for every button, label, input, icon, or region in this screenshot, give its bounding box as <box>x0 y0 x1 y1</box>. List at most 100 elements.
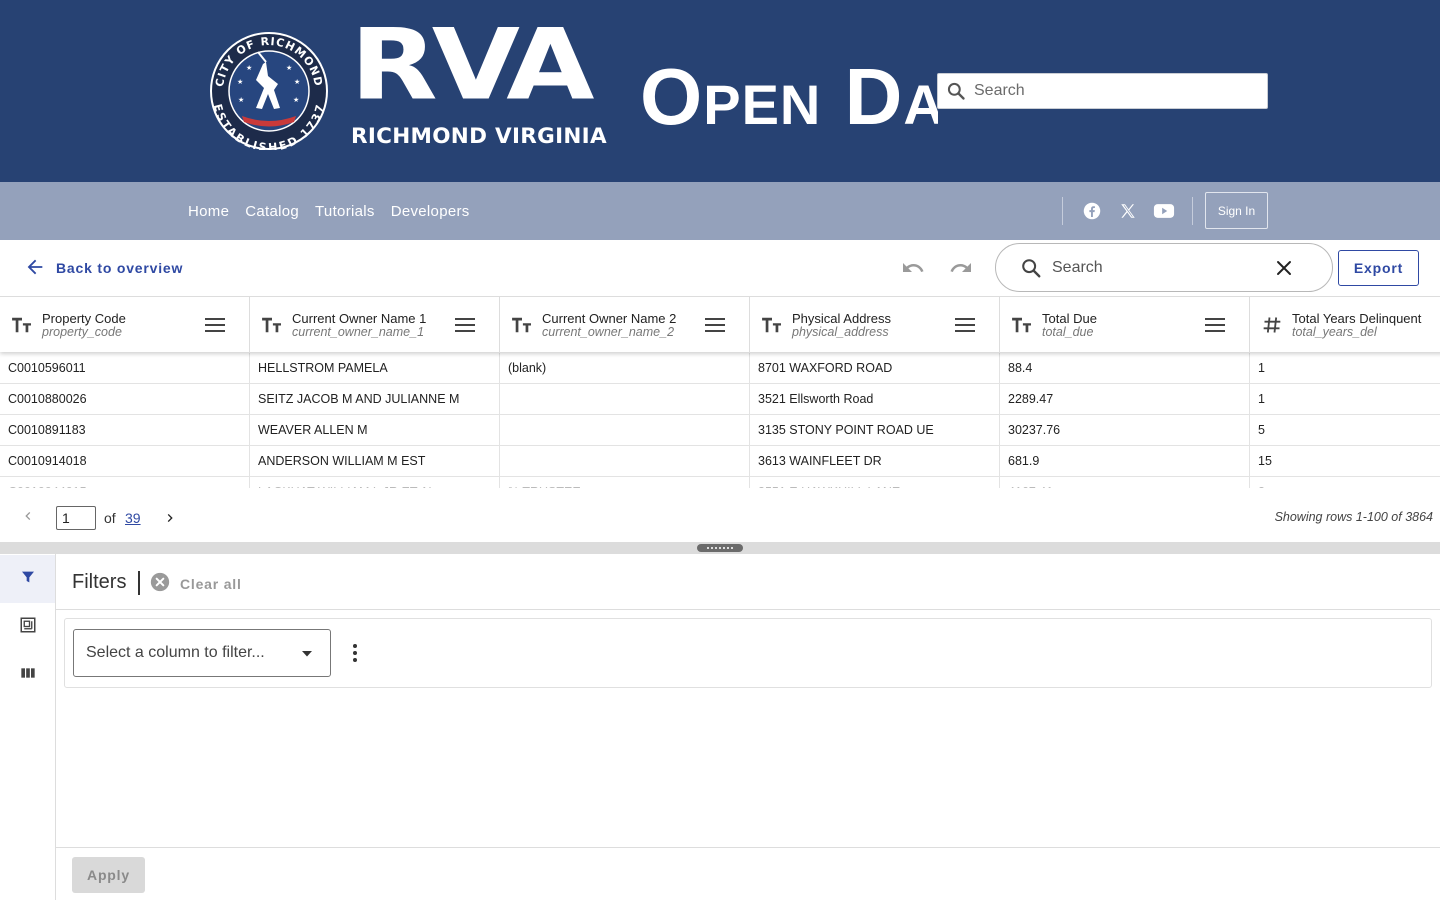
row-count-status: Showing rows 1-100 of 3864 <box>1274 510 1433 524</box>
chevron-right-icon[interactable] <box>160 508 180 528</box>
table-cell[interactable]: C0010891183 <box>0 415 250 445</box>
column-name: Total Due <box>1042 311 1097 326</box>
group-tab[interactable] <box>0 603 55 651</box>
filter-tab[interactable] <box>0 555 55 603</box>
table-cell[interactable]: 15 <box>1250 446 1440 476</box>
table-row[interactable]: C0010880026 SEITZ JACOB M AND JULIANNE M 3… <box>0 384 1440 415</box>
table-cell[interactable]: C0010596011 <box>0 353 250 383</box>
total-pages-link[interactable]: 39 <box>125 510 141 526</box>
youtube-icon[interactable] <box>1152 199 1176 223</box>
table-row[interactable]: C0010596011 HELLSTROM PAMELA (blank) 8701 W… <box>0 353 1440 384</box>
nav-divider <box>1062 197 1063 225</box>
table-cell[interactable] <box>500 446 750 476</box>
grid-search-input[interactable] <box>1052 258 1262 277</box>
sign-in-button[interactable]: Sign In <box>1205 192 1268 229</box>
columns-icon <box>20 665 36 686</box>
column-header[interactable]: Total Due total_due <box>1000 297 1250 353</box>
text-type-icon <box>510 313 534 337</box>
column-menu-icon[interactable] <box>954 315 976 335</box>
arrow-left-icon <box>24 256 46 281</box>
column-menu-icon[interactable] <box>204 315 226 335</box>
filter-panel-header: Filters Clear all <box>56 554 1440 610</box>
table-cell[interactable]: % TRUSTEE <box>500 477 750 488</box>
column-menu-icon[interactable] <box>704 315 726 335</box>
city-seal-logo[interactable]: CITY OF RICHMOND ESTABLISHED 1737 ★ ★ ★ ★ … <box>208 32 330 150</box>
column-header[interactable]: Physical Address physical_address <box>750 297 1000 353</box>
group-icon <box>19 616 37 639</box>
site-title-container: Open Data <box>640 52 938 142</box>
data-grid: Property Code property_code Current Owner … <box>0 296 1440 488</box>
table-cell[interactable]: 3551 E HAWKHILL LANE <box>750 477 1000 488</box>
nav-link-tutorials[interactable]: Tutorials <box>315 203 375 220</box>
facebook-icon[interactable] <box>1080 199 1104 223</box>
table-cell[interactable]: 2289.47 <box>1000 384 1250 414</box>
table-cell[interactable]: 3613 WAINFLEET DR <box>750 446 1000 476</box>
column-header[interactable]: Property Code property_code <box>0 297 250 353</box>
rva-logo[interactable]: RVA RICHMOND VIRGINIA <box>350 16 618 152</box>
column-field-name: total_due <box>1042 325 1094 339</box>
grid-search-box[interactable] <box>995 243 1333 292</box>
chevron-left-icon[interactable] <box>18 506 38 526</box>
table-cell[interactable]: SEITZ JACOB M AND JULIANNE M <box>250 384 500 414</box>
nav-link-home[interactable]: Home <box>188 203 229 220</box>
table-cell[interactable]: 3521 Ellsworth Road <box>750 384 1000 414</box>
column-header[interactable]: Current Owner Name 2 current_owner_name_2 <box>500 297 750 353</box>
redo-icon[interactable] <box>948 255 974 281</box>
table-cell[interactable]: C0010944015 <box>0 477 250 488</box>
table-row[interactable]: C0010891183 WEAVER ALLEN M 3135 STONY POIN… <box>0 415 1440 446</box>
export-button[interactable]: Export <box>1338 250 1419 286</box>
table-cell[interactable]: HELLSTROM PAMELA <box>250 353 500 383</box>
title-divider <box>138 571 140 595</box>
table-cell[interactable]: C0010880026 <box>0 384 250 414</box>
table-cell[interactable]: 3135 STONY POINT ROAD UE <box>750 415 1000 445</box>
column-select[interactable]: Select a column to filter... <box>73 629 331 677</box>
table-cell[interactable] <box>500 384 750 414</box>
nav-link-catalog[interactable]: Catalog <box>245 203 299 220</box>
svg-text:★: ★ <box>294 78 300 86</box>
table-cell[interactable]: 1 <box>1250 353 1440 383</box>
table-cell[interactable]: 681.9 <box>1000 446 1250 476</box>
panel-splitter[interactable] <box>0 542 1440 554</box>
table-row[interactable]: C0010914018 ANDERSON WILLIAM M EST 3613 WA… <box>0 446 1440 477</box>
svg-text:★: ★ <box>246 64 252 72</box>
table-cell[interactable]: LACKHAT WILLIAM L JR ET AL <box>250 477 500 488</box>
table-cell[interactable]: 4167.41 <box>1000 477 1250 488</box>
table-cell[interactable]: 1 <box>1250 384 1440 414</box>
nav-divider <box>1192 197 1193 225</box>
page-number-input[interactable]: 1 <box>56 506 96 530</box>
table-cell[interactable]: ANDERSON WILLIAM M EST <box>250 446 500 476</box>
table-cell[interactable]: 8701 WAXFORD ROAD <box>750 353 1000 383</box>
close-icon[interactable] <box>1272 256 1296 280</box>
column-field-name: physical_address <box>792 325 889 339</box>
column-menu-icon[interactable] <box>1204 315 1226 335</box>
clear-all-button[interactable]: Clear all <box>150 572 242 595</box>
nav-link-developers[interactable]: Developers <box>391 203 470 220</box>
back-to-overview-link[interactable]: Back to overview <box>24 256 183 280</box>
rva-logo-word: RVA <box>350 7 594 122</box>
page-of-label: of <box>104 510 116 526</box>
apply-button[interactable]: Apply <box>72 857 145 893</box>
svg-text:★: ★ <box>237 78 243 86</box>
table-cell[interactable]: 2 <box>1250 477 1440 488</box>
table-cell[interactable]: 5 <box>1250 415 1440 445</box>
table-cell[interactable]: 30237.76 <box>1000 415 1250 445</box>
x-icon[interactable] <box>1116 199 1140 223</box>
column-name: Current Owner Name 1 <box>292 311 427 326</box>
table-cell[interactable]: 88.4 <box>1000 353 1250 383</box>
more-vertical-icon[interactable] <box>345 643 365 663</box>
column-header[interactable]: Total Years Delinquent total_years_del <box>1250 297 1440 353</box>
undo-icon[interactable] <box>900 255 926 281</box>
table-row[interactable]: C0010944015LACKHAT WILLIAM L JR ET AL% T… <box>0 477 1440 488</box>
site-search-box[interactable] <box>937 73 1268 109</box>
table-cell[interactable]: (blank) <box>500 353 750 383</box>
columns-tab[interactable] <box>0 651 55 699</box>
svg-text:★: ★ <box>238 96 244 104</box>
table-cell[interactable]: C0010914018 <box>0 446 250 476</box>
drag-handle-icon[interactable] <box>697 544 743 552</box>
column-header[interactable]: Current Owner Name 1 current_owner_name_1 <box>250 297 500 353</box>
table-cell[interactable] <box>500 415 750 445</box>
table-cell[interactable]: WEAVER ALLEN M <box>250 415 500 445</box>
column-menu-icon[interactable] <box>454 315 476 335</box>
site-search-input[interactable] <box>974 82 1254 100</box>
caret-down-icon <box>300 648 314 660</box>
